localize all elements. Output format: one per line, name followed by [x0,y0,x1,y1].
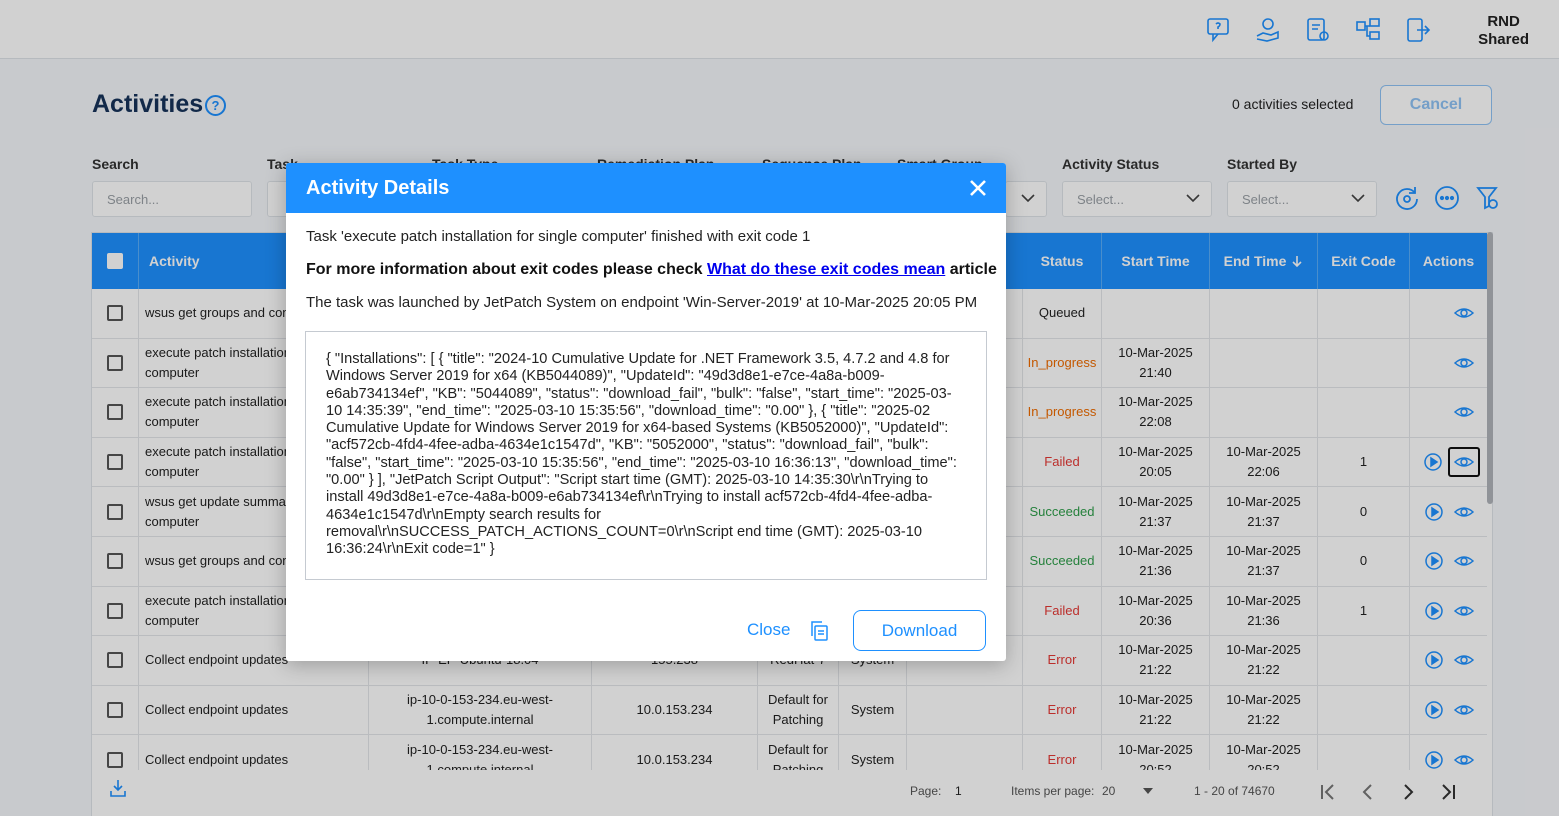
close-icon[interactable] [968,178,988,198]
exit-code-info-suffix: article [945,261,997,278]
launch-info: The task was launched by JetPatch System… [306,294,978,311]
activity-details-dialog: Activity Details Task 'execute patch ins… [286,163,1006,661]
dialog-header: Activity Details [286,163,1006,213]
copy-icon[interactable] [809,620,829,642]
exit-code-message: Task 'execute patch installation for sin… [306,228,811,245]
close-button[interactable]: Close [747,620,790,640]
script-output[interactable]: { "Installations": [ { "title": "2024-10… [305,331,987,580]
dialog-title: Activity Details [306,177,450,199]
exit-codes-link[interactable]: What do these exit codes mean [707,261,945,278]
exit-code-info: For more information about exit codes pl… [306,261,997,279]
exit-code-info-prefix: For more information about exit codes pl… [306,261,707,278]
download-button[interactable]: Download [853,610,986,651]
